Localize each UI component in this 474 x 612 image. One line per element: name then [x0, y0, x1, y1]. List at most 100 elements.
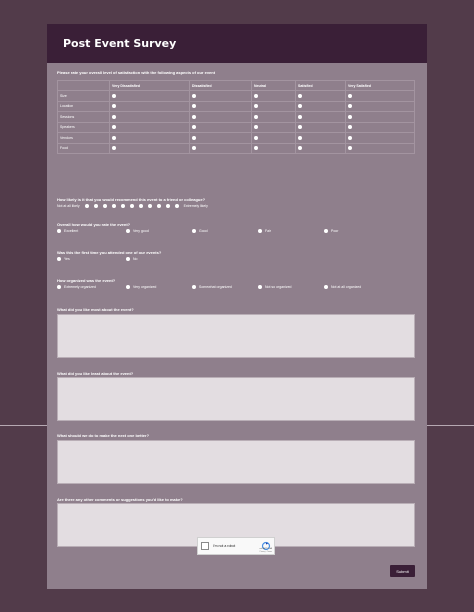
radio-option[interactable]: Not at all organized [324, 285, 361, 289]
radio-button[interactable] [298, 125, 302, 130]
radio-button[interactable] [348, 146, 352, 151]
option-label: Somewhat organized [199, 285, 232, 289]
matrix-row-label: Food [57, 142, 110, 154]
radio-button[interactable] [192, 146, 196, 151]
recaptcha-widget: I'm not a robot reCAPTCHA Privacy - Term… [197, 537, 275, 555]
option-label: Excellent [64, 229, 79, 233]
radio-button[interactable] [254, 104, 258, 109]
option-label: Extremely organized [64, 285, 96, 289]
matrix-row-label: Vendors [57, 132, 110, 144]
radio-option[interactable]: Extremely organized [57, 285, 96, 289]
submit-button[interactable]: Submit [390, 565, 415, 577]
option-label: Very organized [133, 285, 157, 289]
radio-option[interactable]: Good [192, 229, 208, 233]
satisfaction-matrix: Very Dissatisfied Dissatisfied Neutral S… [57, 80, 415, 154]
radio-button[interactable] [254, 93, 258, 98]
radio-option[interactable]: Fair [258, 229, 271, 233]
radio-option[interactable]: Excellent [57, 229, 78, 233]
recaptcha-checkbox[interactable] [201, 542, 209, 550]
radio-button[interactable] [112, 114, 116, 119]
radio-button[interactable] [112, 135, 116, 140]
radio-button[interactable] [348, 135, 352, 140]
scale-low-label: Not at all likely [57, 204, 80, 208]
radio-button[interactable] [254, 125, 258, 130]
radio-option[interactable]: Yes [57, 257, 70, 261]
matrix-row: Vendors [57, 132, 415, 144]
radio-button[interactable] [57, 285, 61, 289]
scale-radio[interactable] [102, 204, 107, 208]
matrix-row: Size [57, 90, 415, 102]
radio-button[interactable] [254, 114, 258, 119]
radio-button[interactable] [192, 125, 196, 130]
scale-radio[interactable] [165, 204, 170, 208]
radio-button[interactable] [192, 104, 196, 109]
scale-radio[interactable] [111, 204, 116, 208]
radio-button[interactable] [192, 135, 196, 140]
radio-button[interactable] [258, 229, 262, 233]
matrix-col-header: Satisfied [295, 80, 346, 91]
q2-label: How likely is it that you would recommen… [57, 197, 206, 202]
scale-radio[interactable] [156, 204, 161, 208]
radio-button[interactable] [112, 125, 116, 130]
like-least-textarea[interactable] [57, 377, 415, 421]
q5-label: How organized was the event? [57, 278, 116, 283]
radio-button[interactable] [254, 146, 258, 151]
scale-radio[interactable] [93, 204, 98, 208]
radio-option[interactable]: Poor [324, 229, 338, 233]
radio-button[interactable] [112, 104, 116, 109]
matrix-row: Speakers [57, 121, 415, 133]
radio-button[interactable] [57, 229, 61, 233]
radio-button[interactable] [192, 114, 196, 119]
matrix-col-header: Dissatisfied [189, 80, 252, 91]
radio-button[interactable] [298, 104, 302, 109]
radio-button[interactable] [298, 135, 302, 140]
improvement-textarea[interactable] [57, 440, 415, 484]
option-label: Fair [265, 229, 272, 233]
matrix-row: Food [57, 142, 415, 154]
radio-button[interactable] [348, 125, 352, 130]
like-most-textarea[interactable] [57, 314, 415, 358]
radio-option[interactable]: Very good [126, 229, 149, 233]
radio-button[interactable] [126, 229, 130, 233]
option-label: Good [199, 229, 208, 233]
radio-option[interactable]: Not so organized [258, 285, 291, 289]
radio-button[interactable] [192, 93, 196, 98]
option-label: Not so organized [265, 285, 292, 289]
radio-button[interactable] [348, 114, 352, 119]
radio-button[interactable] [298, 93, 302, 98]
radio-button[interactable] [324, 285, 328, 289]
scale-radio[interactable] [84, 204, 89, 208]
page-title: Post Event Survey [63, 37, 177, 50]
radio-option[interactable]: No [126, 257, 137, 261]
radio-button[interactable] [192, 285, 196, 289]
matrix-body: Size Location Sessions Speakers Vendors … [57, 90, 415, 154]
q9-label: Are there any other comments or suggesti… [57, 497, 183, 502]
radio-button[interactable] [126, 285, 130, 289]
radio-button[interactable] [298, 146, 302, 151]
radio-button[interactable] [324, 229, 328, 233]
radio-button[interactable] [258, 285, 262, 289]
radio-button[interactable] [57, 257, 61, 261]
matrix-row: Sessions [57, 111, 415, 123]
matrix-row: Location [57, 100, 415, 112]
radio-button[interactable] [192, 229, 196, 233]
scale-radio[interactable] [120, 204, 125, 208]
option-label: Yes [64, 257, 70, 261]
scale-radio[interactable] [174, 204, 179, 208]
scale-radio[interactable] [138, 204, 143, 208]
q4-label: Was this the first time you attended one… [57, 250, 162, 255]
radio-button[interactable] [112, 93, 116, 98]
recaptcha-links[interactable]: Privacy - Terms [260, 551, 272, 553]
scale-radio[interactable] [129, 204, 134, 208]
radio-button[interactable] [348, 104, 352, 109]
radio-button[interactable] [348, 93, 352, 98]
survey-form: Post Event Survey Please rate your overa… [47, 24, 427, 589]
radio-button[interactable] [298, 114, 302, 119]
radio-button[interactable] [254, 135, 258, 140]
radio-button[interactable] [112, 146, 116, 151]
q1-label: Please rate your overall level of satisf… [57, 70, 216, 75]
scale-radio[interactable] [147, 204, 152, 208]
radio-option[interactable]: Very organized [126, 285, 156, 289]
radio-button[interactable] [126, 257, 130, 261]
radio-option[interactable]: Somewhat organized [192, 285, 232, 289]
